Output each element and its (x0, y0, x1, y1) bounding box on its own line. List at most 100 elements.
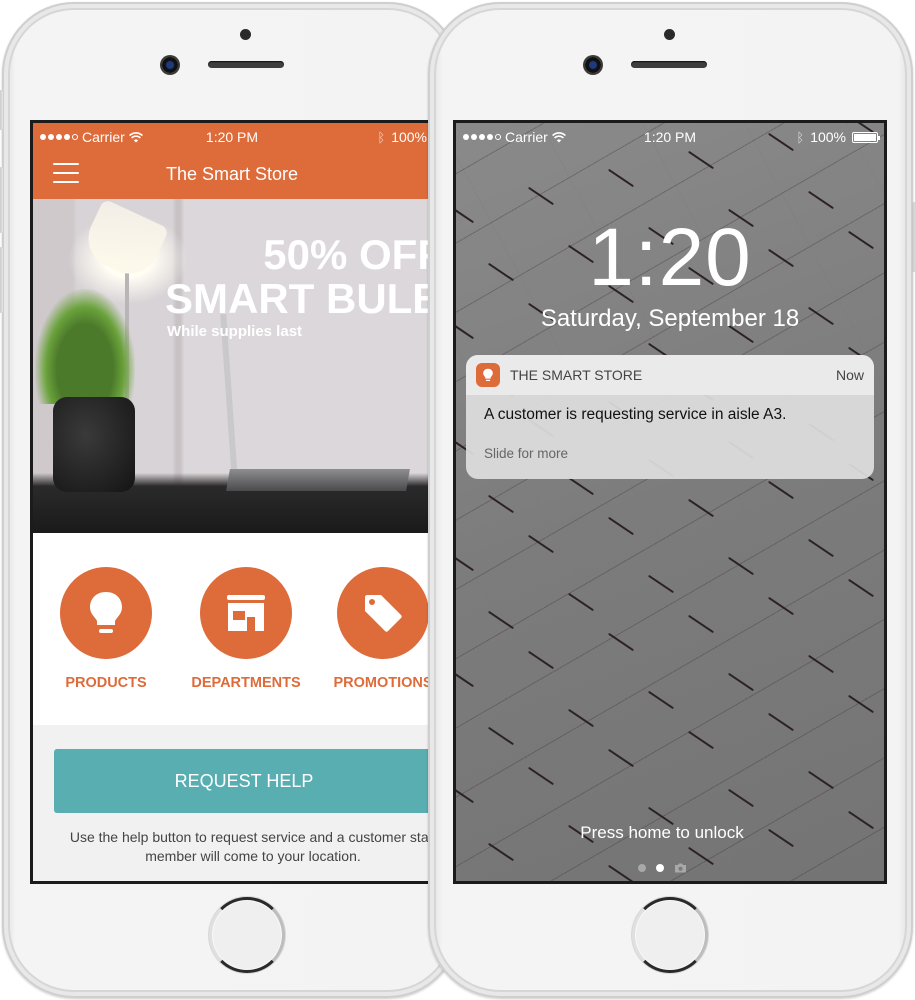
wallpaper-slash (728, 788, 754, 808)
hero-image-plant (35, 289, 135, 404)
app-header: Carrier 1:20 PM ᛒ 100% The Smart Store (33, 123, 431, 199)
status-time: 1:20 PM (205, 129, 259, 145)
lock-clock: 1:20 (588, 212, 752, 303)
page-dot-active[interactable] (655, 864, 664, 872)
lock-date: Saturday, September 18 (540, 305, 800, 332)
notification-message: A customer is requesting service in aisl… (484, 406, 787, 423)
volume-down-button (0, 247, 3, 313)
lightbulb-icon (483, 368, 493, 381)
help-section: REQUEST HELP Use the help button to requ… (33, 725, 434, 881)
nav-bar: The Smart Store (33, 151, 431, 199)
battery-percent: 100% (810, 129, 846, 145)
wallpaper-slash (608, 516, 634, 536)
hero-image-lamp (78, 198, 170, 284)
camera-icon[interactable] (674, 863, 687, 873)
promo-banner[interactable]: 50% OFF SMART BULBS While supplies last (33, 198, 431, 533)
page-dot[interactable] (637, 864, 646, 872)
wallpaper-slash (768, 480, 794, 500)
lightbulb-icon (90, 592, 122, 633)
wallpaper-slash (528, 534, 554, 554)
wallpaper-slash (568, 476, 594, 496)
bluetooth-icon: ᛒ (377, 129, 386, 145)
wallpaper-slash (456, 784, 474, 804)
notification-app-name: THE SMART STORE (510, 367, 643, 383)
app-icon (476, 363, 500, 387)
wallpaper-slash (688, 498, 714, 518)
notification-time: Now (835, 367, 864, 383)
notification-hint: Slide for more (484, 446, 569, 461)
unlock-hint: Press home to unlock (580, 823, 744, 842)
battery-percent: 100% (391, 129, 427, 145)
home-button[interactable] (632, 897, 708, 973)
promo-text: 50% OFF SMART BULBS While supplies last (165, 233, 431, 341)
wallpaper-slash (688, 730, 714, 750)
wallpaper-slash (728, 556, 754, 576)
storefront-icon (227, 595, 265, 631)
wallpaper-slash (488, 842, 514, 862)
front-camera (585, 57, 601, 73)
wallpaper-slash (808, 654, 834, 674)
promo-headline-2: SMART BULBS (165, 275, 431, 322)
help-description: Use the help button to request service a… (69, 829, 434, 864)
home-button[interactable] (209, 897, 285, 973)
earpiece-speaker (208, 61, 284, 68)
mute-switch (0, 90, 3, 130)
phone-left: Carrier 1:20 PM ᛒ 100% The Smart Store 5… (0, 2, 460, 998)
notification-header: THE SMART STORE Now (466, 355, 874, 395)
wallpaper-slash (528, 186, 554, 206)
wallpaper-slash (848, 578, 874, 598)
wallpaper-slash (768, 596, 794, 616)
bluetooth-icon: ᛒ (796, 129, 805, 145)
volume-up-button (0, 167, 3, 233)
wallpaper-slash (808, 190, 834, 210)
wallpaper-slash (608, 748, 634, 768)
tag-icon (365, 595, 402, 632)
wallpaper-slash (528, 766, 554, 786)
app-title: The Smart Store (165, 164, 299, 184)
wallpaper-slash (768, 712, 794, 732)
category-label: DEPARTMENTS (191, 675, 301, 691)
hero-image-laptop (226, 469, 410, 491)
wallpaper-slash (488, 494, 514, 514)
wallpaper-slash (688, 150, 714, 170)
promo-subtitle: While supplies last (167, 323, 303, 340)
app-screen: Carrier 1:20 PM ᛒ 100% The Smart Store 5… (30, 120, 434, 884)
wallpaper-slash (808, 770, 834, 790)
wallpaper-slash (568, 592, 594, 612)
status-bar: Carrier 1:20 PM ᛒ 100% (456, 123, 884, 151)
wallpaper-slash (848, 694, 874, 714)
status-bar: Carrier 1:20 PM ᛒ 100% (33, 123, 431, 151)
category-products[interactable]: PRODUCTS (46, 567, 166, 691)
wallpaper-slash (608, 632, 634, 652)
lock-screen: Carrier 1:20 PM ᛒ 100% 1:20 Saturday, Se… (453, 120, 887, 884)
wallpaper-slash (648, 574, 674, 594)
category-departments[interactable]: DEPARTMENTS (186, 567, 306, 691)
category-label: PROMOTIONS (333, 675, 433, 691)
wallpaper-slash (488, 726, 514, 746)
hero-image-jar (53, 397, 135, 492)
wallpaper-slash (568, 708, 594, 728)
request-help-button[interactable]: REQUEST HELP (54, 749, 431, 813)
wallpaper-slash (488, 610, 514, 630)
page-indicator (456, 863, 884, 873)
proximity-sensor (240, 29, 251, 40)
wallpaper-slash (456, 668, 474, 688)
notification-card[interactable]: THE SMART STORE Now A customer is reques… (466, 355, 874, 479)
promo-headline-1: 50% OFF (263, 231, 434, 278)
wallpaper-slash (728, 672, 754, 692)
wallpaper-slash (808, 538, 834, 558)
wallpaper-slash (528, 883, 554, 884)
wallpaper-slash (648, 690, 674, 710)
earpiece-speaker (631, 61, 707, 68)
category-row: PRODUCTS DEPARTMENTS PROMOTIONS (33, 533, 431, 725)
battery-icon (852, 131, 880, 143)
wallpaper-slash (688, 614, 714, 634)
front-camera (162, 57, 178, 73)
category-promotions[interactable]: PROMOTIONS (323, 567, 433, 691)
wallpaper-slash (456, 552, 474, 572)
wallpaper-slash (608, 168, 634, 188)
wallpaper-slash (528, 650, 554, 670)
phone-right: Carrier 1:20 PM ᛒ 100% 1:20 Saturday, Se… (428, 2, 915, 998)
proximity-sensor (664, 29, 675, 40)
category-label: PRODUCTS (65, 675, 147, 691)
